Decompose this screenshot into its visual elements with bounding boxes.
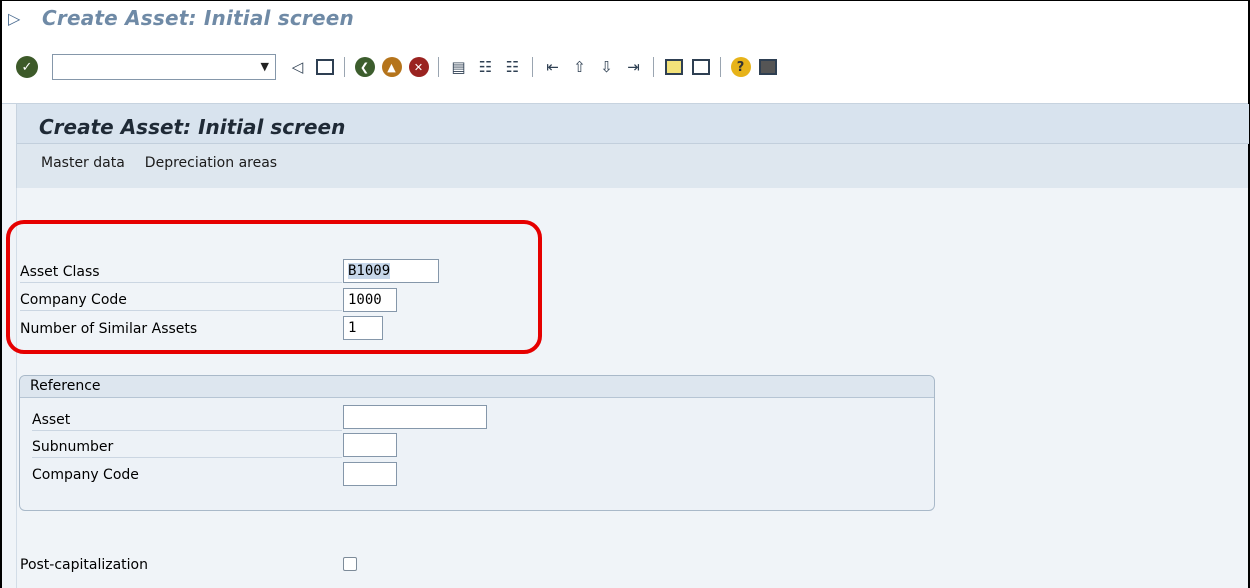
save-icon[interactable] — [312, 55, 337, 80]
print-icon[interactable]: ▤ — [446, 55, 471, 80]
application-toolbar: Master data Depreciation areas — [41, 155, 297, 171]
layout-icon[interactable] — [755, 55, 780, 80]
enter-icon[interactable]: ✓ — [16, 56, 38, 78]
reference-asset-label: Asset — [32, 412, 71, 428]
reference-company-code-input[interactable] — [343, 462, 397, 486]
master-data-button[interactable]: Master data — [41, 155, 125, 171]
title-bar: ▷ Create Asset: Initial screen — [2, 1, 1248, 35]
reference-subnumber-row: Subnumber — [32, 436, 342, 458]
reference-asset-input[interactable] — [343, 405, 487, 429]
toolbar-separator — [653, 57, 654, 77]
reference-subnumber-input[interactable] — [343, 433, 397, 457]
row-underline — [32, 457, 342, 458]
create-session-icon[interactable] — [661, 55, 686, 80]
toolbar-separator — [438, 57, 439, 77]
row-underline — [32, 430, 342, 431]
highlight-annotation — [6, 220, 542, 354]
back-green-shape: ❮ — [354, 57, 375, 77]
toolbar-separator — [344, 57, 345, 77]
back-green-icon[interactable]: ❮ — [352, 55, 377, 80]
exit-icon[interactable]: ▲ — [379, 55, 404, 80]
chevron-down-icon[interactable]: ▼ — [261, 60, 269, 73]
save-icon-shape — [315, 59, 334, 75]
find-next-icon[interactable]: ☷ — [500, 55, 525, 80]
window-title: Create Asset: Initial screen — [42, 6, 354, 30]
help-shape: ? — [730, 57, 751, 77]
reference-company-code-row: Company Code — [32, 464, 342, 486]
screen-header: Create Asset: Initial screen Master data… — [16, 104, 1249, 188]
create-session-shape — [664, 59, 683, 75]
reference-company-code-label: Company Code — [32, 467, 139, 483]
reference-subnumber-label: Subnumber — [32, 439, 114, 455]
page-title: Create Asset: Initial screen — [39, 115, 346, 139]
first-page-icon[interactable]: ⇤ — [540, 55, 565, 80]
depreciation-areas-button[interactable]: Depreciation areas — [145, 155, 277, 171]
last-page-icon[interactable]: ⇥ — [621, 55, 646, 80]
post-capitalization-row: Post-capitalization — [20, 554, 320, 576]
window-menu-icon[interactable]: ▷ — [8, 9, 28, 28]
reference-group-header: Reference — [20, 376, 934, 398]
command-field[interactable]: ▼ — [52, 54, 276, 80]
find-icon[interactable]: ☷ — [473, 55, 498, 80]
shortcut-icon[interactable] — [688, 55, 713, 80]
reference-asset-row: Asset — [32, 409, 342, 431]
next-page-icon[interactable]: ⇩ — [594, 55, 619, 80]
help-icon[interactable]: ? — [728, 55, 753, 80]
cancel-icon[interactable]: ✕ — [406, 55, 431, 80]
toolbar-separator — [532, 57, 533, 77]
reference-group-title: Reference — [30, 378, 101, 394]
previous-page-icon[interactable]: ⇧ — [567, 55, 592, 80]
exit-shape: ▲ — [381, 57, 402, 77]
standard-toolbar: ✓ ▼ ◁ ❮ ▲ ✕ ▤ ☷ ☷ ⇤ ⇧ ⇩ ⇥ ? — [2, 36, 1248, 104]
back-icon[interactable]: ◁ — [285, 55, 310, 80]
shortcut-shape — [691, 59, 710, 75]
post-capitalization-label: Post-capitalization — [20, 557, 148, 573]
post-capitalization-checkbox[interactable] — [343, 557, 357, 571]
toolbar-separator — [720, 57, 721, 77]
layout-shape — [758, 59, 777, 75]
cancel-shape: ✕ — [408, 57, 429, 77]
